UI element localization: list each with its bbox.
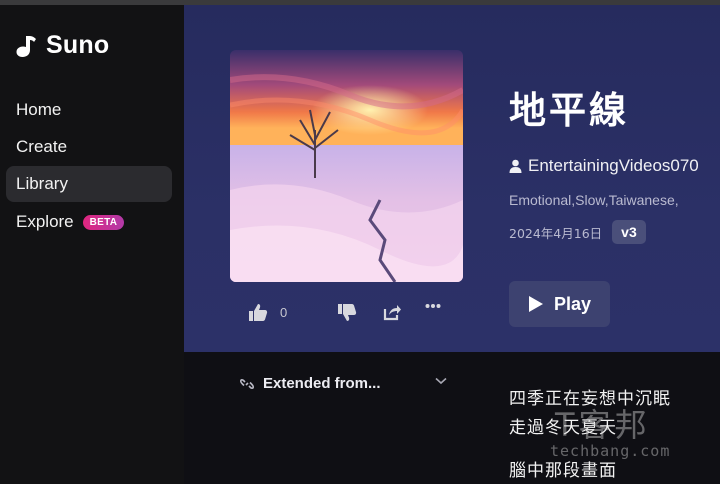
like-group: 0: [248, 303, 287, 322]
chevron-down-icon[interactable]: [435, 377, 447, 385]
sidebar-item-library[interactable]: Library: [6, 166, 172, 202]
sidebar-item-label: Home: [16, 100, 62, 119]
watermark-url: techbang.com: [550, 442, 671, 460]
beta-badge: BETA: [82, 214, 125, 230]
song-tags: Emotional,Slow,Taiwanese,: [509, 192, 679, 208]
suno-logo-icon: [16, 35, 36, 57]
sidebar-item-label: Explore: [16, 212, 74, 231]
more-group: [425, 303, 441, 309]
artist-name: EntertainingVideos070: [528, 156, 699, 175]
song-cover-image[interactable]: [230, 50, 463, 282]
thumbs-up-icon[interactable]: [248, 303, 268, 322]
play-icon: [528, 296, 543, 312]
version-badge: v3: [612, 220, 646, 244]
app-name: Suno: [46, 31, 110, 59]
share-icon[interactable]: [383, 303, 402, 321]
share-group: [383, 303, 402, 321]
sidebar-item-home[interactable]: Home: [6, 92, 172, 128]
song-meta: 2024年4月16日 v3: [509, 220, 646, 244]
link-icon: [240, 378, 254, 389]
sidebar-item-create[interactable]: Create: [6, 129, 172, 165]
cover-art: [230, 50, 463, 282]
song-header: 0 地平線 EntertainingVideos070 Emotional,Sl…: [184, 5, 720, 352]
like-count: 0: [280, 305, 288, 320]
extended-from-toggle[interactable]: Extended from...: [240, 375, 447, 392]
sidebar-item-label: Library: [16, 174, 68, 193]
sidebar-item-explore[interactable]: Explore BETA: [6, 204, 172, 240]
watermark-logo-text: T客邦: [555, 406, 651, 444]
thumbs-down-icon[interactable]: [337, 303, 357, 322]
sidebar: Suno Home Create Library Explore BETA: [0, 5, 184, 484]
song-title: 地平線: [509, 89, 629, 132]
sidebar-item-label: Create: [16, 137, 68, 156]
song-date: 2024年4月16日: [509, 225, 603, 241]
play-button[interactable]: Play: [509, 281, 610, 327]
user-icon: [509, 159, 522, 173]
suno-logo[interactable]: Suno: [15, 31, 109, 60]
extended-label: Extended from...: [263, 375, 381, 392]
play-label: Play: [553, 293, 592, 314]
watermark: T客邦 techbang.com: [510, 400, 710, 470]
more-icon[interactable]: [425, 303, 441, 309]
artist-link[interactable]: EntertainingVideos070: [509, 156, 699, 176]
dislike-group: [337, 303, 357, 322]
